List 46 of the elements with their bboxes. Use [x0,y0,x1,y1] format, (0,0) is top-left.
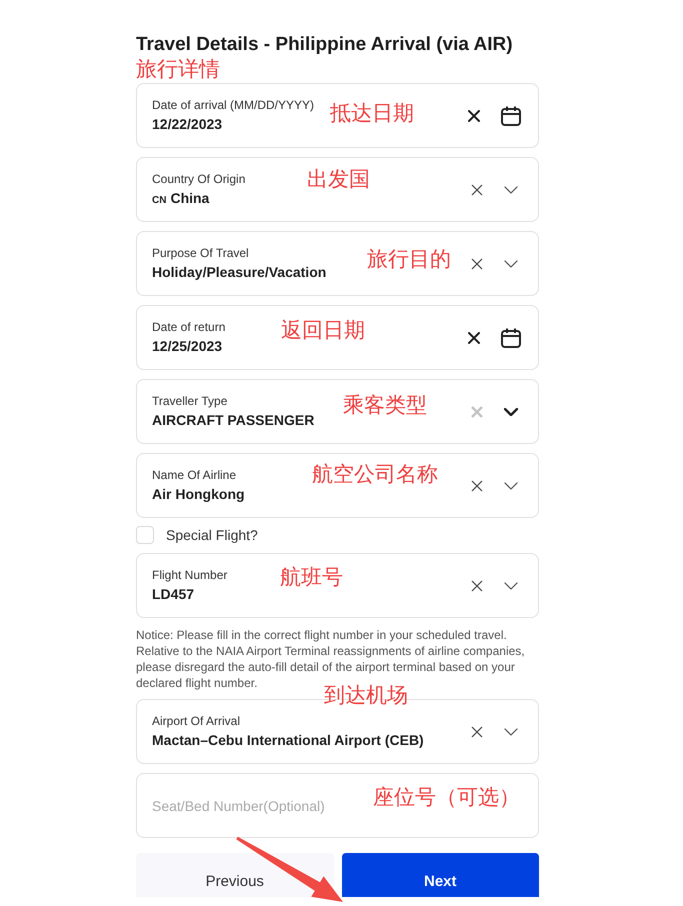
field-value: Holiday/Pleasure/Vacation [152,263,326,281]
clear-icon[interactable] [471,258,483,270]
page-title: Travel Details - Philippine Arrival (via AIR) [136,33,514,57]
field-value: AIRCRAFT PASSENGER [152,411,314,429]
chevron-down-icon[interactable] [504,186,518,194]
field-value: 12/25/2023 [152,337,222,355]
field-label: Traveller Type [152,393,228,409]
clear-icon[interactable] [471,480,483,492]
annotation-text: 出发国 [307,167,370,191]
country-code: CN [152,195,166,207]
next-button[interactable]: Next [342,853,539,897]
field-value: LD457 [152,585,194,603]
annotation-text: 航空公司名称 [312,462,438,486]
chevron-down-icon[interactable] [504,260,518,268]
annotation-text: 乘客类型 [343,393,427,417]
field-value: China [170,189,210,207]
field-value: Air Hongkong [152,485,245,503]
field-value: Mactan–Cebu International Airport (CEB) [152,731,424,749]
annotation-text: 航班号 [280,565,343,589]
field-label: Date of arrival (MM/DD/YYYY) [152,97,314,113]
calendar-icon[interactable] [501,328,521,348]
field-label: Country Of Origin [152,171,246,187]
chevron-down-icon[interactable] [504,728,518,736]
clear-icon[interactable] [471,184,483,196]
field-label: Airport Of Arrival [152,713,240,729]
previous-button[interactable]: Previous [136,853,334,897]
clear-icon[interactable] [471,580,483,592]
field-label: Date of return [152,319,226,335]
field-label: Flight Number [152,567,228,583]
annotation-text: 旅行详情 [136,57,220,81]
field-label: Name Of Airline [152,467,236,483]
annotation-text: 返回日期 [281,318,365,342]
chevron-down-icon[interactable] [504,582,518,590]
annotation-text: 旅行目的 [367,247,451,271]
annotation-text: 座位号（可选） [373,785,520,809]
checkbox-label: Special Flight? [166,526,258,544]
annotation-text: 抵达日期 [330,101,414,125]
clear-icon[interactable] [471,726,483,738]
field-value: 12/22/2023 [152,115,222,133]
clear-icon[interactable] [468,110,480,122]
clear-icon[interactable] [468,332,480,344]
chevron-down-icon[interactable] [504,482,518,490]
field-label: Purpose Of Travel [152,245,249,261]
checkbox[interactable] [136,526,154,544]
calendar-icon[interactable] [501,106,521,126]
chevron-down-icon[interactable] [504,408,518,416]
